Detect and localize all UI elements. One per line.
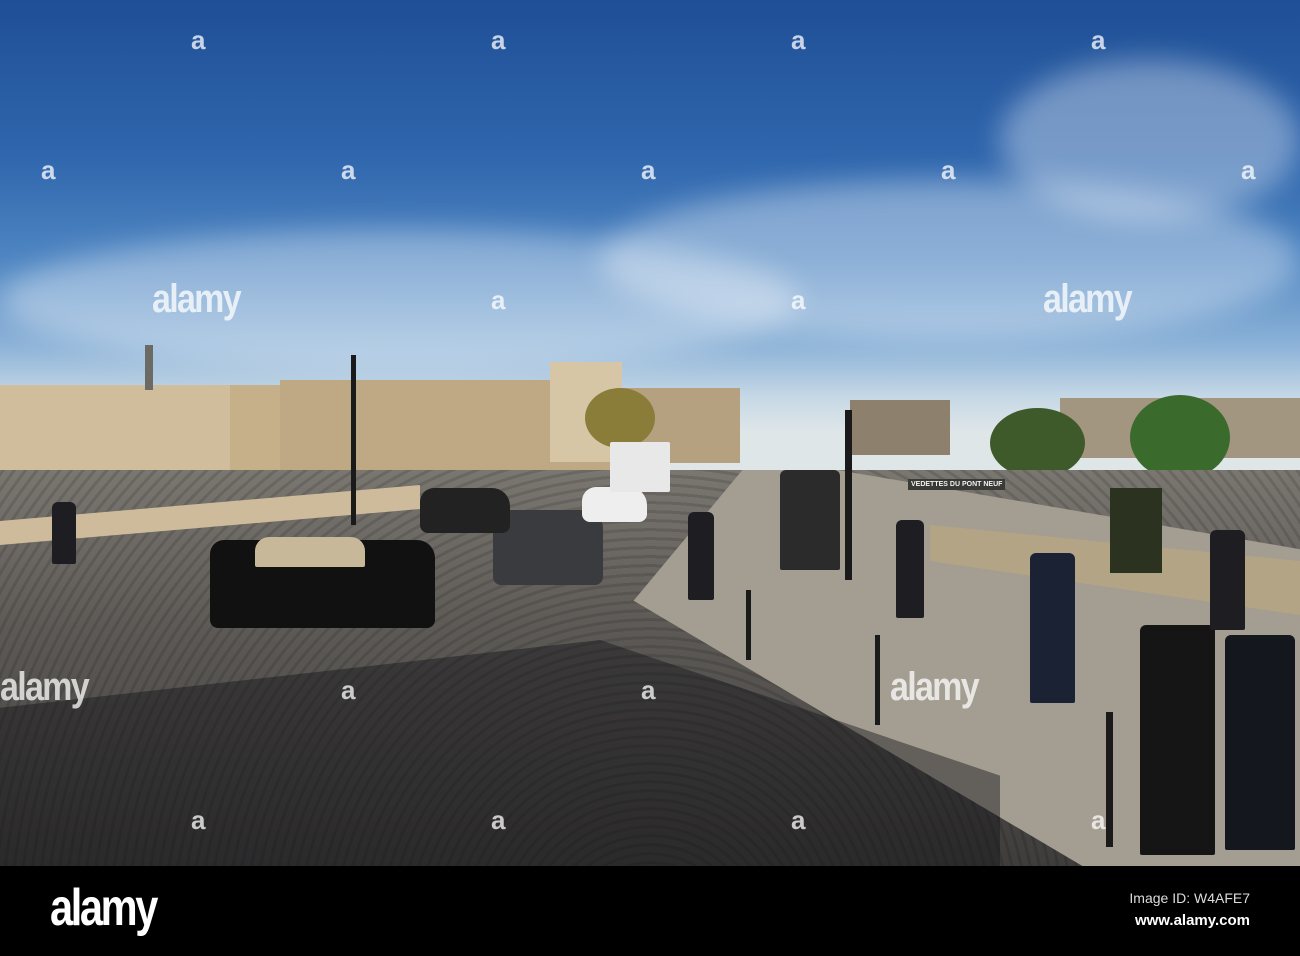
watermark-a: a xyxy=(491,285,506,315)
watermark: alamy xyxy=(890,665,980,709)
dark-car xyxy=(420,488,510,533)
pedestrian xyxy=(1210,530,1245,630)
watermark-a: a xyxy=(641,675,656,705)
cloud xyxy=(0,230,800,370)
crowd xyxy=(780,470,840,570)
watermark-a: a xyxy=(941,155,956,185)
pedestrian xyxy=(688,512,714,600)
watermark-a: a xyxy=(41,155,56,185)
watermark-a: a xyxy=(1091,25,1106,55)
watermark: alamy xyxy=(1043,277,1133,321)
watermark-a: a xyxy=(641,155,656,185)
watermark-a: a xyxy=(791,805,806,835)
pedestrian xyxy=(1140,625,1215,855)
white-truck xyxy=(610,442,670,492)
watermark-a: a xyxy=(341,675,356,705)
watermark: alamy xyxy=(0,665,90,709)
metro-sign xyxy=(1110,488,1162,573)
bollard xyxy=(875,635,880,725)
watermark-a: a xyxy=(341,155,356,185)
skateboarder xyxy=(1030,553,1075,703)
white-car xyxy=(582,487,647,522)
spire xyxy=(145,345,153,390)
pedestrian xyxy=(1225,635,1295,850)
photo-pont-neuf-paris: VEDETTES DU PONT NEUF alamy alamy alamy … xyxy=(0,0,1300,866)
pedestrian xyxy=(896,520,924,618)
boat-sign: VEDETTES DU PONT NEUF xyxy=(908,479,1006,490)
watermark-a: a xyxy=(491,25,506,55)
bollard xyxy=(746,590,751,660)
tree xyxy=(585,388,655,448)
watermark: alamy xyxy=(152,277,242,321)
watermark-a: a xyxy=(791,25,806,55)
site-url: www.alamy.com xyxy=(1134,912,1250,929)
building-conciergerie xyxy=(0,385,250,475)
bollard xyxy=(1106,712,1113,847)
car-roof xyxy=(255,537,365,567)
watermark-a: a xyxy=(191,805,206,835)
street-lamp xyxy=(845,410,852,580)
alamy-logo: alamy xyxy=(50,879,158,937)
tree xyxy=(990,408,1085,478)
watermark-a: a xyxy=(791,285,806,315)
image-id: Image ID: W4AFE7 xyxy=(1129,890,1250,906)
footer-bar xyxy=(0,866,1300,956)
building xyxy=(850,400,950,455)
watermark-a: a xyxy=(1091,805,1106,835)
cloud xyxy=(1000,60,1300,220)
tree xyxy=(1130,395,1230,480)
pedestrian xyxy=(52,502,76,564)
watermark-a: a xyxy=(1241,155,1256,185)
watermark-a: a xyxy=(491,805,506,835)
street-lamp xyxy=(351,355,356,525)
watermark-a: a xyxy=(191,25,206,55)
